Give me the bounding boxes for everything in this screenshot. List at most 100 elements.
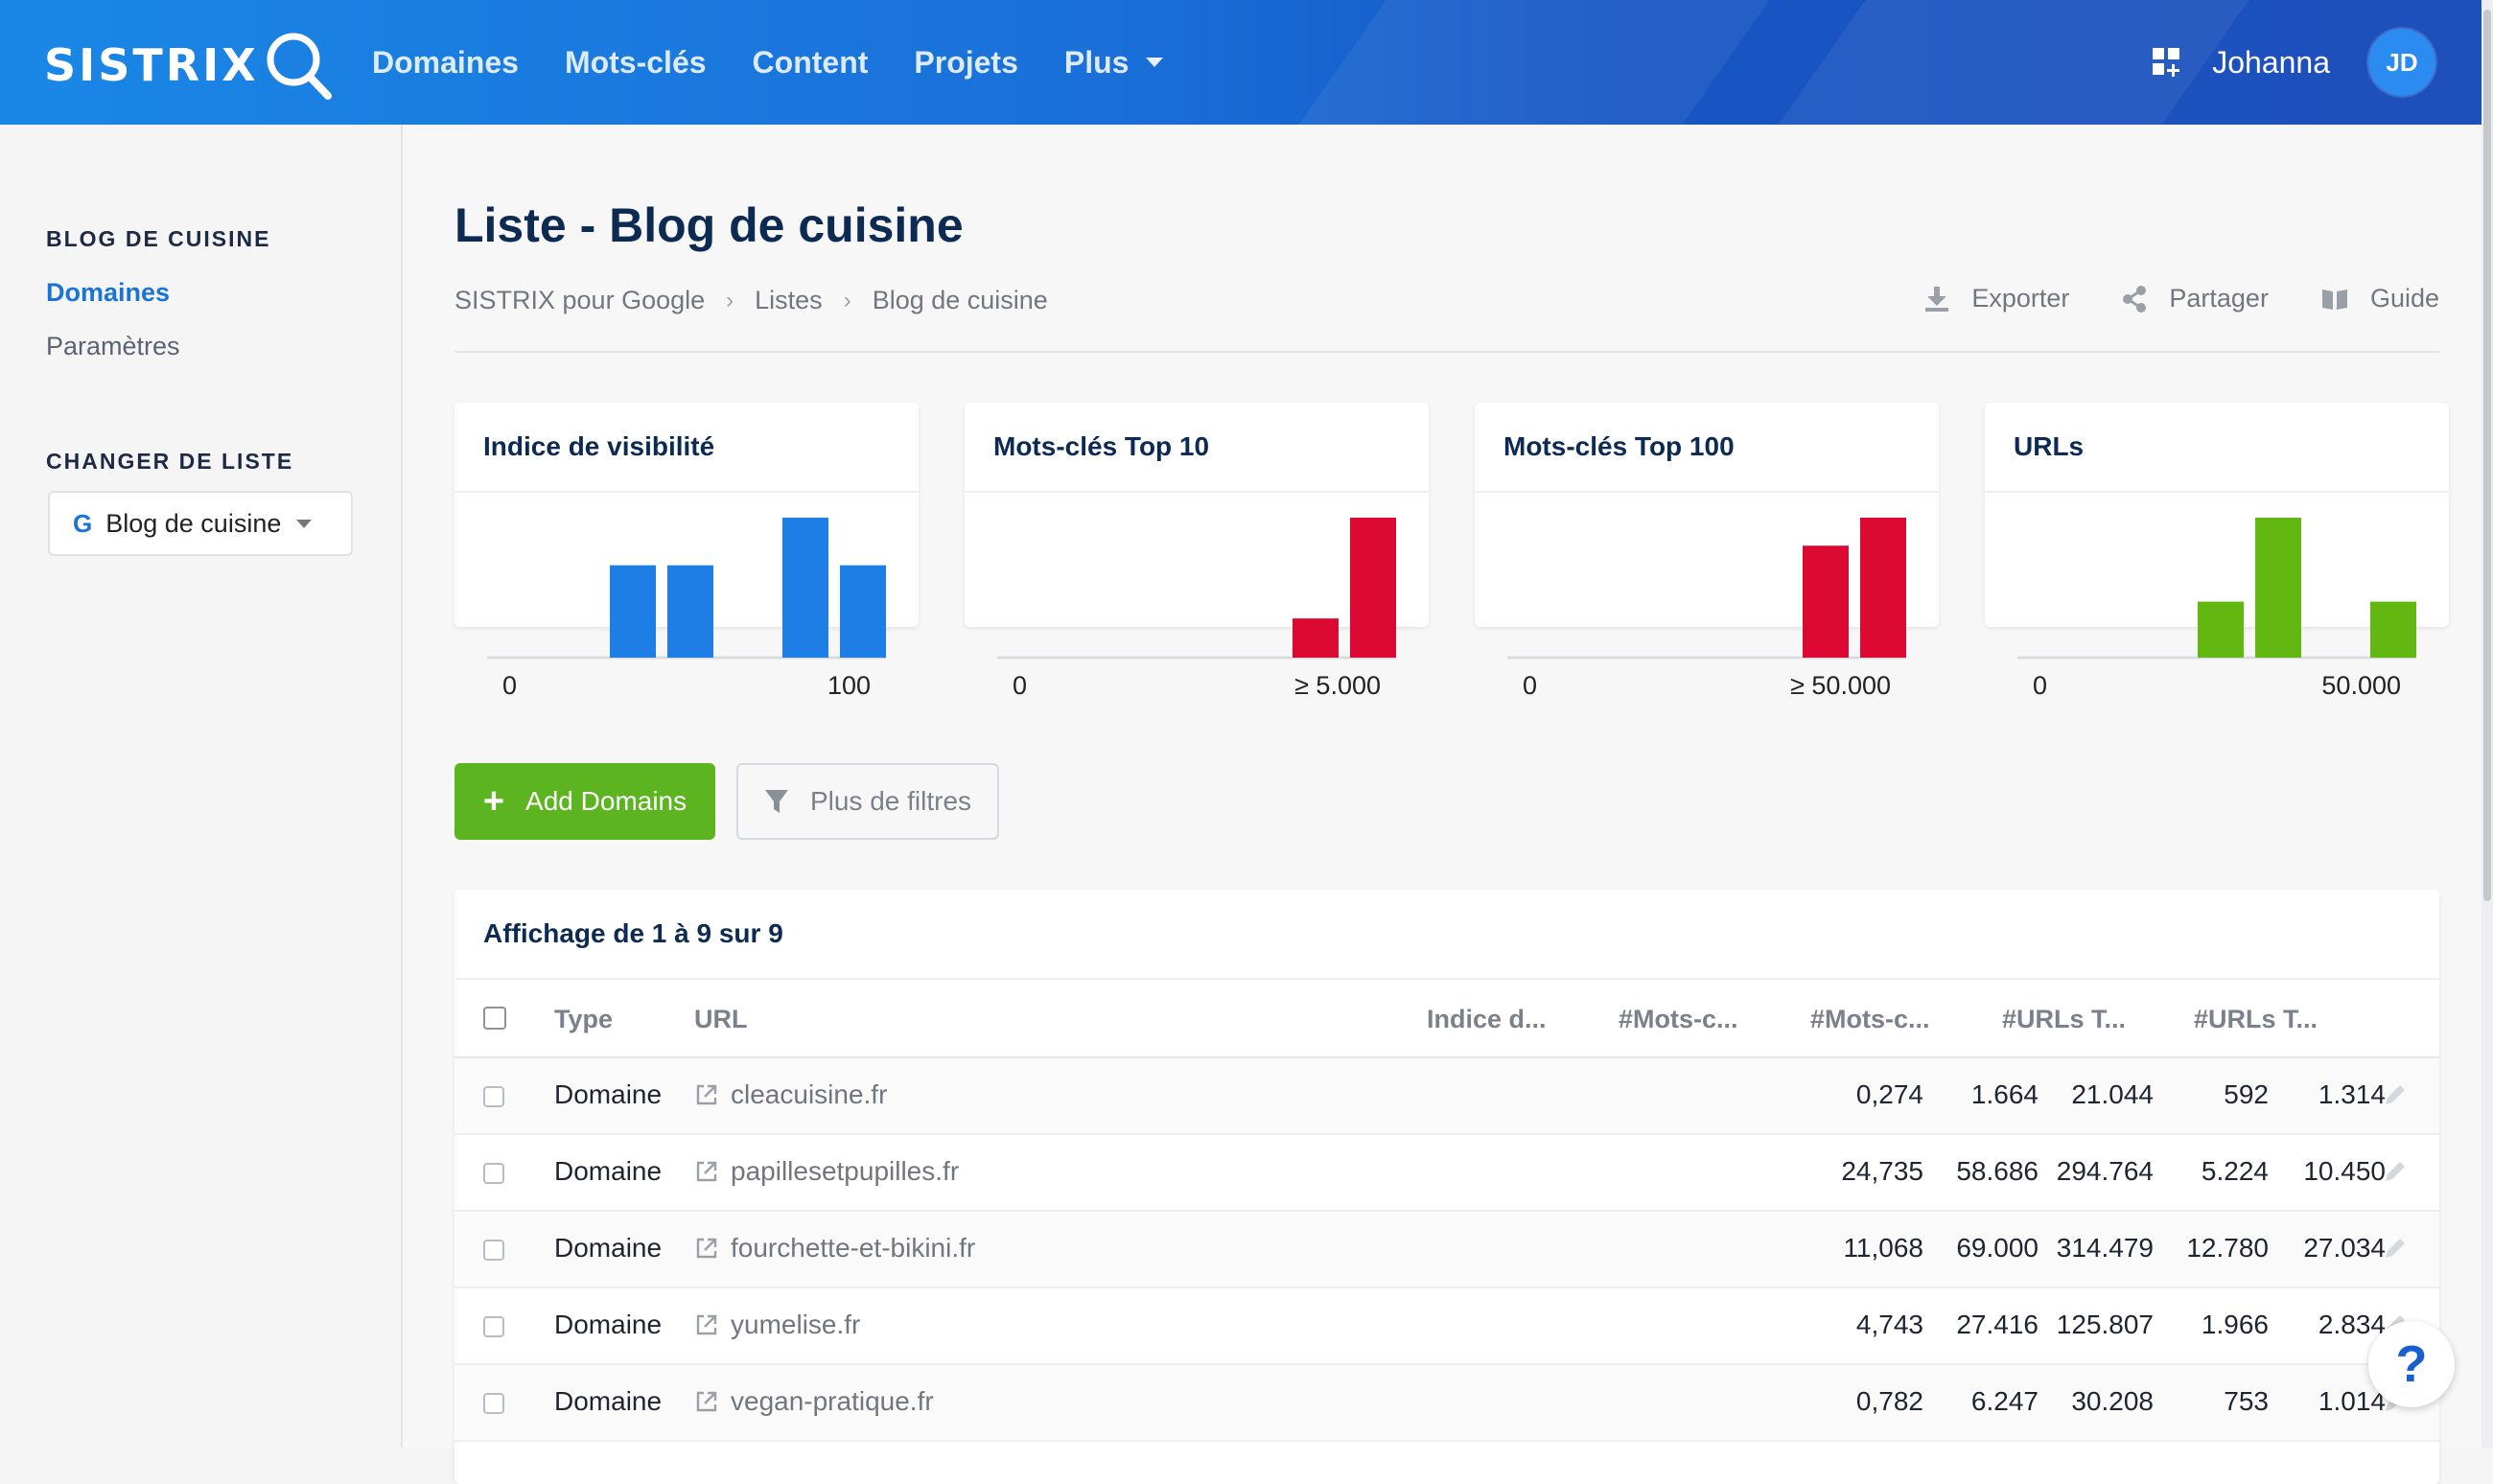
edit-pencil-icon[interactable] xyxy=(2380,1158,2409,1187)
sistrix-logo[interactable]: SISTRIX xyxy=(44,29,334,102)
external-link-icon xyxy=(696,1161,717,1182)
nav-label: Content xyxy=(752,44,869,80)
sidebar-item-parametres[interactable]: Paramètres xyxy=(46,332,180,361)
table-header: Type URL Indice d... #Mots-c... #Mots-c.… xyxy=(454,978,2439,1058)
cell-url[interactable]: vegan-pratique.fr xyxy=(694,1386,934,1417)
sidebar-heading-change-list: CHANGER DE LISTE xyxy=(46,449,294,474)
help-button[interactable]: ? xyxy=(2368,1321,2455,1407)
cell-visibility: 11,068 xyxy=(1843,1233,1923,1263)
nav-projets[interactable]: Projets xyxy=(914,45,1017,81)
histogram-chart xyxy=(997,518,1396,660)
axis-max-label: ≥ 50.000 xyxy=(1790,671,1891,700)
filter-icon xyxy=(764,790,788,813)
export-button[interactable]: Exporter xyxy=(1923,284,2069,313)
share-button[interactable]: Partager xyxy=(2121,284,2269,313)
url-text: yumelise.fr xyxy=(731,1310,861,1339)
row-checkbox[interactable] xyxy=(483,1086,504,1107)
column-header-urls-top100[interactable]: #URLs T... xyxy=(2194,1005,2318,1034)
column-header-keywords-top100[interactable]: #Mots-c... xyxy=(1810,1005,1930,1034)
book-icon xyxy=(2321,289,2347,310)
nav-content[interactable]: Content xyxy=(753,45,869,81)
domains-table: Affichage de 1 à 9 sur 9 Type URL Indice… xyxy=(454,890,2439,1484)
magnifier-logo-icon xyxy=(267,33,332,100)
scrollbar-thumb[interactable] xyxy=(2483,10,2491,901)
nav-label: Plus xyxy=(1063,44,1130,80)
sidebar: BLOG DE CUISINE Domaines Paramètres CHAN… xyxy=(0,125,403,1448)
nav-label: Domaines xyxy=(372,44,519,80)
cell-url[interactable]: fourchette-et-bikini.fr xyxy=(694,1233,975,1264)
main-nav: Domaines Mots-clés Content Projets Plus xyxy=(372,0,1209,125)
list-select-dropdown[interactable]: G Blog de cuisine xyxy=(48,491,353,556)
cell-kw10: 1.664 xyxy=(1970,1079,2039,1109)
cell-url[interactable]: cleacuisine.fr xyxy=(694,1079,887,1110)
cell-url[interactable]: papillesetpupilles.fr xyxy=(694,1156,959,1187)
table-row[interactable]: Domaine vegan-pratique.fr 0,782 6.247 30.208… xyxy=(454,1365,2439,1442)
breadcrumb-item: Blog de cuisine xyxy=(872,286,1048,314)
card-title: Mots-clés Top 100 xyxy=(1503,431,1735,461)
list-select-value: Blog de cuisine xyxy=(105,508,282,538)
download-icon xyxy=(1925,286,1949,312)
column-header-visibility[interactable]: Indice d... xyxy=(1427,1005,1547,1034)
cell-type: Domaine xyxy=(554,1386,663,1416)
add-domains-button[interactable]: + Add Domains xyxy=(454,763,715,840)
histogram-chart xyxy=(2017,518,2416,660)
url-text: vegan-pratique.fr xyxy=(731,1386,934,1416)
column-header-urls-top10[interactable]: #URLs T... xyxy=(2002,1005,2126,1034)
cell-urls10: 1.966 xyxy=(2201,1310,2269,1339)
card-urls[interactable]: URLs 0 50.000 xyxy=(1985,403,2449,700)
select-all-checkbox[interactable] xyxy=(483,1007,506,1030)
cell-url[interactable]: yumelise.fr xyxy=(694,1310,860,1340)
axis-min-label: 0 xyxy=(2033,671,2048,700)
card-visibility-index[interactable]: Indice de visibilité 0 100 xyxy=(454,403,919,700)
card-title: Indice de visibilité xyxy=(483,431,715,461)
row-checkbox[interactable] xyxy=(483,1240,504,1261)
histogram-bar xyxy=(1293,618,1339,658)
row-checkbox[interactable] xyxy=(483,1393,504,1414)
column-header-type[interactable]: Type xyxy=(554,1005,613,1034)
histogram-bar xyxy=(2370,601,2416,658)
nav-domaines[interactable]: Domaines xyxy=(372,45,519,81)
cell-urls10: 592 xyxy=(2224,1079,2269,1109)
cell-type: Domaine xyxy=(554,1310,663,1339)
table-row[interactable]: Domaine fourchette-et-bikini.fr 11,068 69.0… xyxy=(454,1212,2439,1288)
nav-mots-cles[interactable]: Mots-clés xyxy=(565,45,707,81)
cell-kw100: 125.807 xyxy=(2056,1310,2154,1339)
card-keywords-top100[interactable]: Mots-clés Top 100 0 ≥ 50.000 xyxy=(1475,403,1939,700)
sidebar-heading-list: BLOG DE CUISINE xyxy=(46,226,271,251)
add-widget-icon[interactable] xyxy=(2151,46,2183,79)
table-row[interactable]: Domaine yumelise.fr 4,743 27.416 125.807 1.96… xyxy=(454,1288,2439,1365)
row-checkbox[interactable] xyxy=(483,1316,504,1337)
cell-kw10: 6.247 xyxy=(1970,1386,2039,1416)
column-header-keywords-top10[interactable]: #Mots-c... xyxy=(1619,1005,1738,1034)
avatar[interactable]: JD xyxy=(2368,29,2435,96)
nav-plus-dropdown[interactable]: Plus xyxy=(1064,45,1164,81)
cell-visibility: 24,735 xyxy=(1841,1156,1923,1186)
cell-kw10: 69.000 xyxy=(1956,1233,2039,1263)
axis-min-label: 0 xyxy=(502,671,518,700)
histogram-bar xyxy=(1860,518,1906,658)
breadcrumb-item[interactable]: SISTRIX pour Google xyxy=(454,286,705,315)
histogram-bar xyxy=(1350,518,1396,658)
cell-type: Domaine xyxy=(554,1233,663,1263)
user-name[interactable]: Johanna xyxy=(2212,45,2330,81)
edit-pencil-icon[interactable] xyxy=(2380,1235,2409,1264)
breadcrumb-item[interactable]: Listes xyxy=(755,286,823,315)
sidebar-item-domaines[interactable]: Domaines xyxy=(46,278,170,308)
table-row[interactable]: Domaine cleacuisine.fr 0,274 1.664 21.044 592… xyxy=(454,1058,2439,1135)
cell-kw100: 294.764 xyxy=(2056,1156,2154,1186)
breadcrumb: SISTRIX pour Google › Listes › Blog de c… xyxy=(454,286,1048,315)
column-header-url[interactable]: URL xyxy=(694,1005,748,1034)
more-filters-button[interactable]: Plus de filtres xyxy=(736,763,999,840)
share-icon xyxy=(2123,285,2147,313)
row-checkbox[interactable] xyxy=(483,1163,504,1184)
page-scrollbar[interactable] xyxy=(2481,0,2493,1448)
table-row[interactable]: Domaine papillesetpupilles.fr 24,735 58.686… xyxy=(454,1135,2439,1212)
card-keywords-top10[interactable]: Mots-clés Top 10 0 ≥ 5.000 xyxy=(965,403,1429,700)
top-navigation-bar: SISTRIX Domaines Mots-clés Content Proje… xyxy=(0,0,2481,125)
guide-button[interactable]: Guide xyxy=(2320,284,2439,313)
cell-urls10: 12.780 xyxy=(2186,1233,2269,1263)
logo-text: SISTRIX xyxy=(44,39,259,91)
axis-max-label: 50.000 xyxy=(2321,671,2401,700)
edit-pencil-icon[interactable] xyxy=(2380,1081,2409,1110)
external-link-icon xyxy=(696,1084,717,1105)
